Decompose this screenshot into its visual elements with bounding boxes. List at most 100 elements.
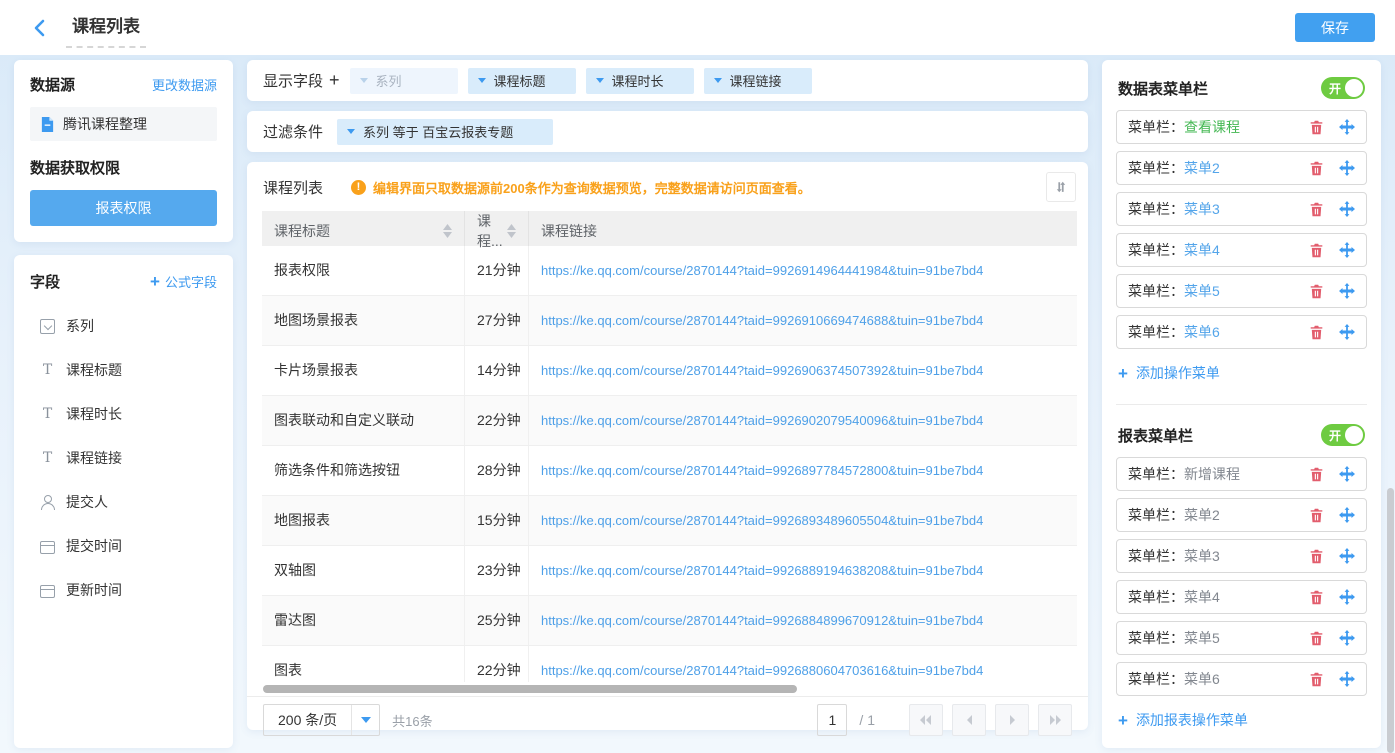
move-menu-button[interactable] [1339,119,1355,135]
menu-item-name[interactable]: 菜单6 [1184,322,1220,342]
trash-icon [1309,161,1324,176]
menu-item-name[interactable]: 菜单4 [1184,240,1220,260]
add-report-menu-link[interactable]: + 添加报表操作菜单 [1118,710,1365,730]
delete-menu-button[interactable] [1309,467,1324,482]
move-menu-button[interactable] [1339,589,1355,605]
move-menu-button[interactable] [1339,466,1355,482]
menu-item[interactable]: 菜单栏：菜单5 [1116,274,1367,308]
delete-menu-button[interactable] [1309,243,1324,258]
delete-menu-button[interactable] [1309,631,1324,646]
menu-item-name[interactable]: 菜单3 [1184,199,1220,219]
menu-item-name[interactable]: 菜单4 [1184,587,1220,607]
menu-item[interactable]: 菜单栏：菜单2 [1116,498,1367,532]
delete-menu-button[interactable] [1309,672,1324,687]
delete-menu-button[interactable] [1309,590,1324,605]
add-table-menu-link[interactable]: + 添加操作菜单 [1118,363,1365,383]
field-item[interactable]: 提交时间 [40,536,217,556]
vertical-scrollbar-thumb[interactable] [1387,488,1394,753]
display-field-tag[interactable]: 课程时长 [586,68,694,94]
menu-item-name[interactable]: 查看课程 [1184,117,1240,137]
display-field-tag[interactable]: 课程标题 [468,68,576,94]
delete-menu-button[interactable] [1309,202,1324,217]
calendar-icon [40,585,55,598]
permission-title: 数据获取权限 [30,157,217,178]
cell-course-link[interactable]: https://ke.qq.com/course/2870144?taid=99… [529,646,1077,682]
column-header-duration[interactable]: 课程... [465,211,529,251]
cell-course-link[interactable]: https://ke.qq.com/course/2870144?taid=99… [529,496,1077,545]
menu-item[interactable]: 菜单栏：菜单4 [1116,233,1367,267]
move-menu-button[interactable] [1339,671,1355,687]
add-formula-field-link[interactable]: + 公式字段 [150,272,217,291]
move-menu-button[interactable] [1339,507,1355,523]
move-icon [1339,507,1355,523]
menu-item-name[interactable]: 菜单5 [1184,628,1220,648]
add-display-field-button[interactable]: + [329,70,340,91]
menu-item[interactable]: 菜单栏：菜单6 [1116,315,1367,349]
menu-item-name[interactable]: 菜单5 [1184,281,1220,301]
move-menu-button[interactable] [1339,630,1355,646]
delete-menu-button[interactable] [1309,325,1324,340]
column-header-title[interactable]: 课程标题 [262,211,465,251]
move-menu-button[interactable] [1339,201,1355,217]
delete-menu-button[interactable] [1309,549,1324,564]
cell-course-link[interactable]: https://ke.qq.com/course/2870144?taid=99… [529,296,1077,345]
move-icon [1339,548,1355,564]
menu-item-name[interactable]: 菜单3 [1184,546,1220,566]
move-menu-button[interactable] [1339,548,1355,564]
delete-menu-button[interactable] [1309,161,1324,176]
menu-item[interactable]: 菜单栏：菜单3 [1116,539,1367,573]
display-field-tag[interactable]: 课程链接 [704,68,812,94]
cell-course-link[interactable]: https://ke.qq.com/course/2870144?taid=99… [529,546,1077,595]
move-menu-button[interactable] [1339,283,1355,299]
menu-item-name[interactable]: 菜单2 [1184,158,1220,178]
display-field-tag[interactable]: 系列 [350,68,458,94]
menu-item-name[interactable]: 菜单6 [1184,669,1220,689]
change-datasource-link[interactable]: 更改数据源 [152,75,217,94]
filter-bar: 过滤条件 系列 等于 百宝云报表专题 [247,111,1088,152]
datasource-item[interactable]: 腾讯课程整理 [30,107,217,141]
save-button[interactable]: 保存 [1295,13,1375,42]
move-menu-button[interactable] [1339,324,1355,340]
field-item[interactable]: 课程链接 [40,448,217,468]
cell-course-link[interactable]: https://ke.qq.com/course/2870144?taid=99… [529,596,1077,645]
table-row: 地图场景报表 27分钟 https://ke.qq.com/course/287… [262,296,1077,346]
report-menu-toggle[interactable]: 开 [1321,424,1365,446]
menu-item[interactable]: 菜单栏：菜单3 [1116,192,1367,226]
field-item[interactable]: 课程标题 [40,360,217,380]
table-menu-toggle[interactable]: 开 [1321,77,1365,99]
horizontal-scrollbar-thumb[interactable] [263,685,797,693]
cell-course-link[interactable]: https://ke.qq.com/course/2870144?taid=99… [529,446,1077,495]
first-page-button[interactable] [909,704,943,736]
cell-course-link[interactable]: https://ke.qq.com/course/2870144?taid=99… [529,346,1077,395]
sort-order-button[interactable] [1046,172,1076,202]
field-item[interactable]: 课程时长 [40,404,217,424]
field-item[interactable]: 更新时间 [40,580,217,600]
report-permission-button[interactable]: 报表权限 [30,190,217,226]
menu-item-name[interactable]: 菜单2 [1184,505,1220,525]
field-item[interactable]: 系列 [40,316,217,336]
menu-item[interactable]: 菜单栏：菜单5 [1116,621,1367,655]
back-button[interactable] [26,15,52,41]
last-page-button[interactable] [1038,704,1072,736]
menu-item[interactable]: 菜单栏：查看课程 [1116,110,1367,144]
page-number-input[interactable]: 1 [817,704,847,736]
menu-item[interactable]: 菜单栏：菜单4 [1116,580,1367,614]
menu-item-name[interactable]: 新增课程 [1184,464,1240,484]
text-icon [40,363,55,378]
move-menu-button[interactable] [1339,160,1355,176]
delete-menu-button[interactable] [1309,284,1324,299]
delete-menu-button[interactable] [1309,120,1324,135]
table-menu-items: 菜单栏：查看课程 菜单栏：菜单2 菜单栏：菜单3 [1116,110,1367,356]
prev-page-button[interactable] [952,704,986,736]
field-item[interactable]: 提交人 [40,492,217,512]
menu-item[interactable]: 菜单栏：菜单2 [1116,151,1367,185]
cell-course-link[interactable]: https://ke.qq.com/course/2870144?taid=99… [529,396,1077,445]
page-size-select[interactable]: 200 条/页 [263,704,380,736]
filter-condition-tag[interactable]: 系列 等于 百宝云报表专题 [337,119,553,145]
menu-item[interactable]: 菜单栏：新增课程 [1116,457,1367,491]
cell-course-link[interactable]: https://ke.qq.com/course/2870144?taid=99… [529,246,1077,295]
next-page-button[interactable] [995,704,1029,736]
delete-menu-button[interactable] [1309,508,1324,523]
menu-item[interactable]: 菜单栏：菜单6 [1116,662,1367,696]
move-menu-button[interactable] [1339,242,1355,258]
